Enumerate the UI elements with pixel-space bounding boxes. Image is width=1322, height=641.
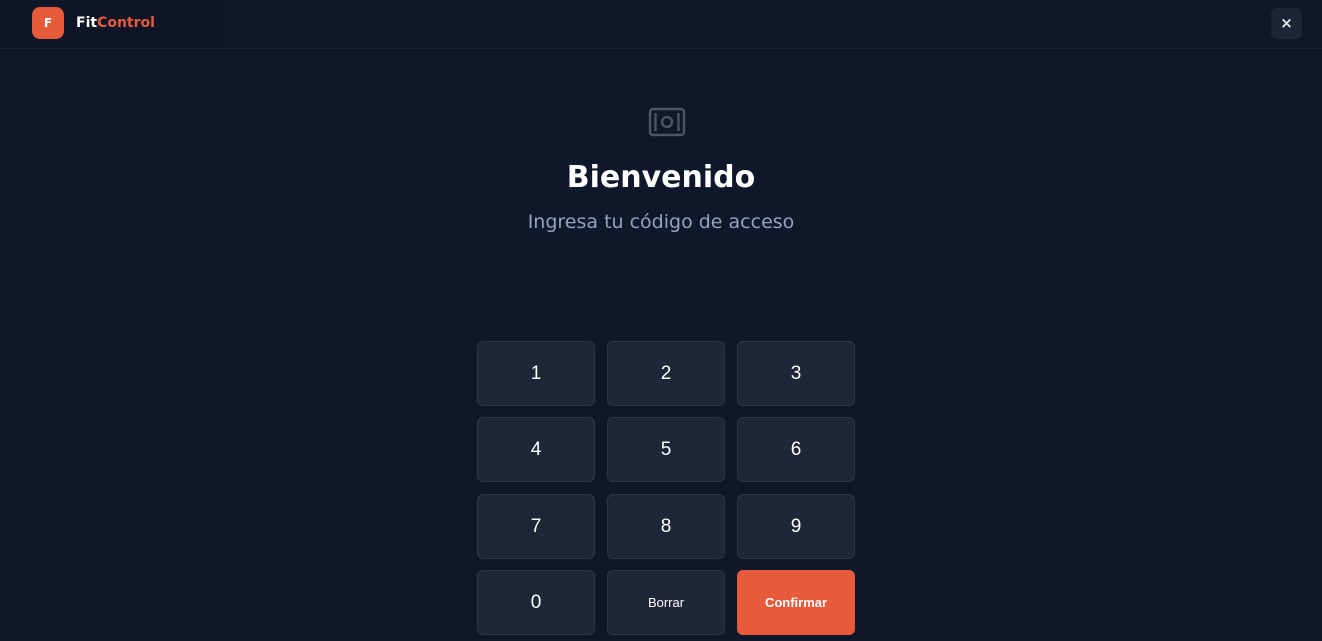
key-9[interactable]: 9 — [737, 494, 855, 559]
brand-logo: F — [32, 7, 64, 39]
brand-name: FitControl — [76, 14, 155, 32]
delete-button[interactable]: Borrar — [607, 570, 725, 635]
key-7[interactable]: 7 — [477, 494, 595, 559]
top-bar: F FitControl × — [0, 0, 1322, 49]
page-subtitle: Ingresa tu código de acceso — [527, 211, 795, 233]
brand-name-part2: Control — [97, 15, 155, 31]
key-5[interactable]: 5 — [607, 417, 725, 482]
confirm-button[interactable]: Confirmar — [737, 570, 855, 635]
close-button[interactable]: × — [1271, 8, 1302, 39]
key-3[interactable]: 3 — [737, 341, 855, 406]
key-6[interactable]: 6 — [737, 417, 855, 482]
key-8[interactable]: 8 — [607, 494, 725, 559]
key-0[interactable]: 0 — [477, 570, 595, 635]
page-title: Bienvenido — [566, 160, 756, 195]
camera-frame-icon — [648, 107, 686, 137]
brand-name-part1: Fit — [76, 15, 98, 31]
close-icon: × — [1280, 14, 1293, 32]
key-1[interactable]: 1 — [477, 341, 595, 406]
key-2[interactable]: 2 — [607, 341, 725, 406]
login-screen: F FitControl × Bienvenido Ingresa tu cód… — [0, 0, 1322, 641]
keypad: 1 2 3 4 5 6 7 8 9 0 Borrar Confirmar — [477, 341, 857, 641]
brand: F FitControl — [0, 0, 225, 48]
key-4[interactable]: 4 — [477, 417, 595, 482]
